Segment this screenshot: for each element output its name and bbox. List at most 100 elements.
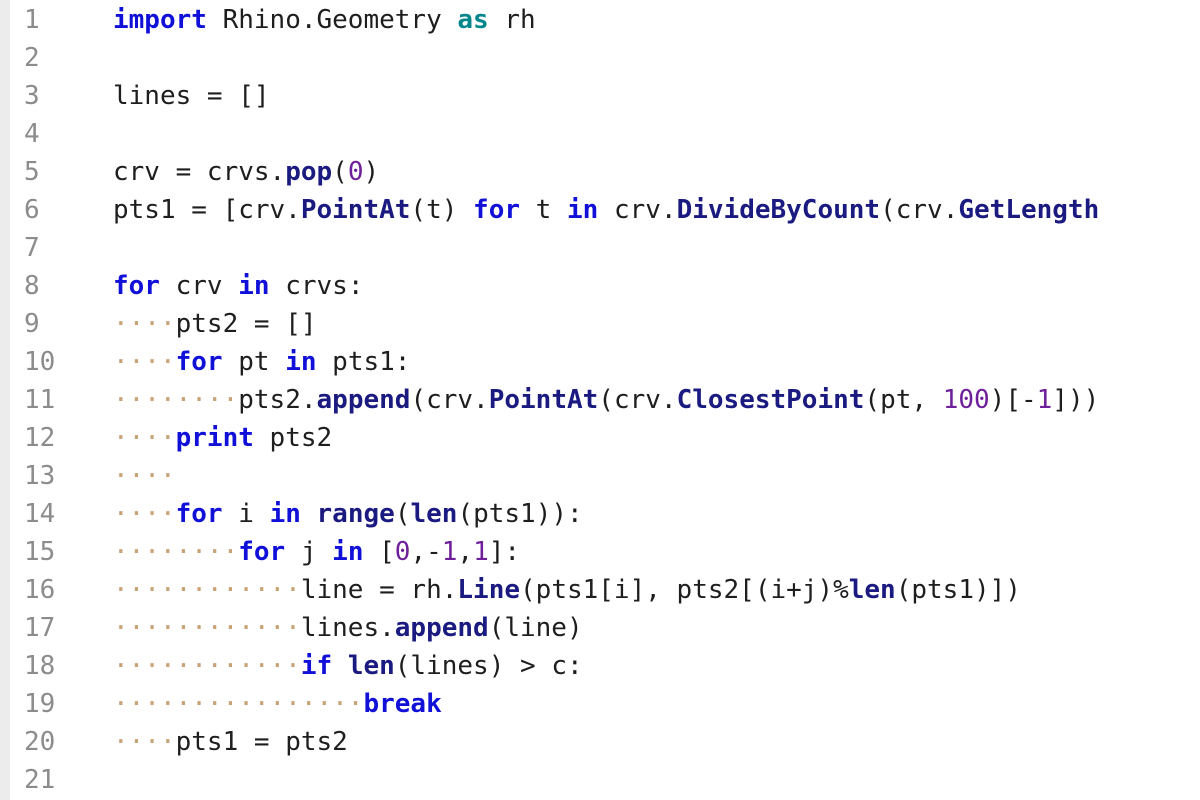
line-number-gutter: 1 2 3 4 5 6 7 8 9 10 11 12 13 14 15 16 17 18 19 20 21 bbox=[0, 0, 72, 800]
code-line[interactable]: ····print pts2 bbox=[113, 419, 332, 457]
code-line[interactable]: crv = crvs.pop(0) bbox=[113, 153, 379, 191]
indent-marker: ···· bbox=[113, 423, 176, 453]
method-name: PointAt bbox=[300, 195, 411, 225]
code-line[interactable]: ···· bbox=[113, 457, 176, 495]
code-text: pts2. bbox=[238, 385, 317, 415]
keyword: in bbox=[269, 499, 301, 529]
line-number: 6 bbox=[24, 195, 40, 225]
code-line[interactable]: ········pts2.append(crv.PointAt(crv.Clos… bbox=[113, 381, 1099, 419]
code-line[interactable]: ················break bbox=[113, 685, 442, 723]
number-literal: 1 bbox=[473, 537, 489, 567]
code-text: pts1: bbox=[316, 347, 411, 377]
code-text: Rhino.Geometry bbox=[206, 5, 458, 35]
number-literal: 0 bbox=[347, 157, 364, 187]
method-name: append bbox=[316, 385, 411, 415]
keyword: for bbox=[113, 271, 160, 301]
code-text: line = rh. bbox=[300, 575, 458, 605]
code-line[interactable]: ····for pt in pts1: bbox=[113, 343, 410, 381]
code-area[interactable]: import Rhino.Geometry as rh lines = [] crv… bbox=[113, 0, 1200, 800]
method-name: range bbox=[316, 499, 395, 529]
code-line[interactable]: ····pts2 = [] bbox=[113, 305, 317, 343]
indent-marker: ···· bbox=[113, 347, 176, 377]
code-line[interactable]: ············if len(lines) > c: bbox=[113, 647, 583, 685]
indent-marker: ···· bbox=[113, 727, 176, 757]
code-text: (line) bbox=[488, 613, 583, 643]
line-number: 16 bbox=[24, 575, 56, 605]
number-literal: 100 bbox=[942, 385, 990, 415]
code-line[interactable]: ····for i in range(len(pts1)): bbox=[113, 495, 583, 533]
line-number: 13 bbox=[24, 461, 56, 491]
keyword: in bbox=[332, 537, 364, 567]
line-number: 3 bbox=[24, 81, 40, 111]
line-number: 9 bbox=[24, 309, 40, 339]
code-text: j bbox=[285, 537, 333, 567]
method-name: DivideByCount bbox=[676, 195, 881, 225]
code-text: (crv. bbox=[880, 195, 959, 225]
code-editor[interactable]: 1 2 3 4 5 6 7 8 9 10 11 12 13 14 15 16 17 18 19 20 21 import… bbox=[0, 0, 1200, 800]
method-name: pop bbox=[285, 157, 333, 187]
code-text: rh bbox=[488, 5, 536, 35]
code-text: pts2 bbox=[253, 423, 333, 453]
code-text: crv = crvs. bbox=[113, 157, 286, 187]
keyword: break bbox=[363, 689, 442, 719]
code-line[interactable]: ····pts1 = pts2 bbox=[113, 723, 348, 761]
code-line[interactable]: pts1 = [crv.PointAt(t) for t in crv.Divi… bbox=[113, 191, 1099, 229]
number-literal: 1 bbox=[441, 537, 458, 567]
method-name: PointAt bbox=[488, 385, 599, 415]
code-text: )[- bbox=[989, 385, 1037, 415]
keyword: for bbox=[238, 537, 286, 567]
keyword: in bbox=[566, 195, 599, 225]
keyword: for bbox=[175, 499, 223, 529]
code-text: t bbox=[520, 195, 567, 225]
line-number: 7 bbox=[24, 233, 40, 263]
code-line[interactable]: lines = [] bbox=[113, 77, 270, 115]
indent-marker: ················ bbox=[113, 689, 364, 719]
line-number: 21 bbox=[24, 765, 56, 795]
line-number: 15 bbox=[24, 537, 56, 567]
code-text: (crv. bbox=[410, 385, 489, 415]
keyword: import bbox=[113, 5, 207, 35]
code-text: pts1 = pts2 bbox=[175, 727, 348, 757]
code-text: ) bbox=[363, 157, 380, 187]
indent-marker: ············ bbox=[113, 651, 301, 681]
indent-marker: ···· bbox=[113, 461, 176, 491]
code-text: (pt, bbox=[864, 385, 943, 415]
code-text: ])) bbox=[1052, 385, 1100, 415]
indent-marker: ············ bbox=[113, 613, 301, 643]
code-text: (pts1[i], pts2[(i+j)% bbox=[520, 575, 849, 605]
indent-marker: ···· bbox=[113, 309, 176, 339]
code-line[interactable]: ········for j in [0,-1,1]: bbox=[113, 533, 520, 571]
code-text: lines. bbox=[300, 613, 395, 643]
code-line[interactable]: ············line = rh.Line(pts1[i], pts2… bbox=[113, 571, 1021, 609]
indent-marker: ········ bbox=[113, 385, 239, 415]
keyword-alias: as bbox=[457, 5, 489, 35]
code-text: lines = [] bbox=[113, 81, 270, 111]
code-text: pts2 = [] bbox=[175, 309, 317, 339]
keyword: for bbox=[473, 195, 521, 225]
indent-marker: ········ bbox=[113, 537, 239, 567]
method-name: len bbox=[410, 499, 458, 529]
code-text: ]: bbox=[488, 537, 521, 567]
code-text: pt bbox=[222, 347, 286, 377]
line-number: 8 bbox=[24, 271, 40, 301]
code-text: ( bbox=[394, 499, 411, 529]
keyword: print bbox=[175, 423, 254, 453]
code-text: ,- bbox=[410, 537, 442, 567]
code-text: pts1 = [crv. bbox=[113, 195, 301, 225]
line-number: 5 bbox=[24, 157, 40, 187]
code-text: i bbox=[222, 499, 270, 529]
code-line[interactable]: ············lines.append(line) bbox=[113, 609, 583, 647]
keyword: in bbox=[238, 271, 270, 301]
line-number: 11 bbox=[24, 385, 56, 415]
number-literal: 0 bbox=[394, 537, 411, 567]
code-line[interactable]: for crv in crvs: bbox=[113, 267, 363, 305]
line-number: 12 bbox=[24, 423, 56, 453]
code-text: (pts1)]) bbox=[895, 575, 1021, 605]
method-name: len bbox=[347, 651, 395, 681]
method-name: GetLength bbox=[958, 195, 1100, 225]
code-text: ( bbox=[332, 157, 348, 187]
indent-marker: ···· bbox=[113, 499, 176, 529]
number-literal: 1 bbox=[1036, 385, 1053, 415]
code-line[interactable]: import Rhino.Geometry as rh bbox=[113, 1, 536, 39]
